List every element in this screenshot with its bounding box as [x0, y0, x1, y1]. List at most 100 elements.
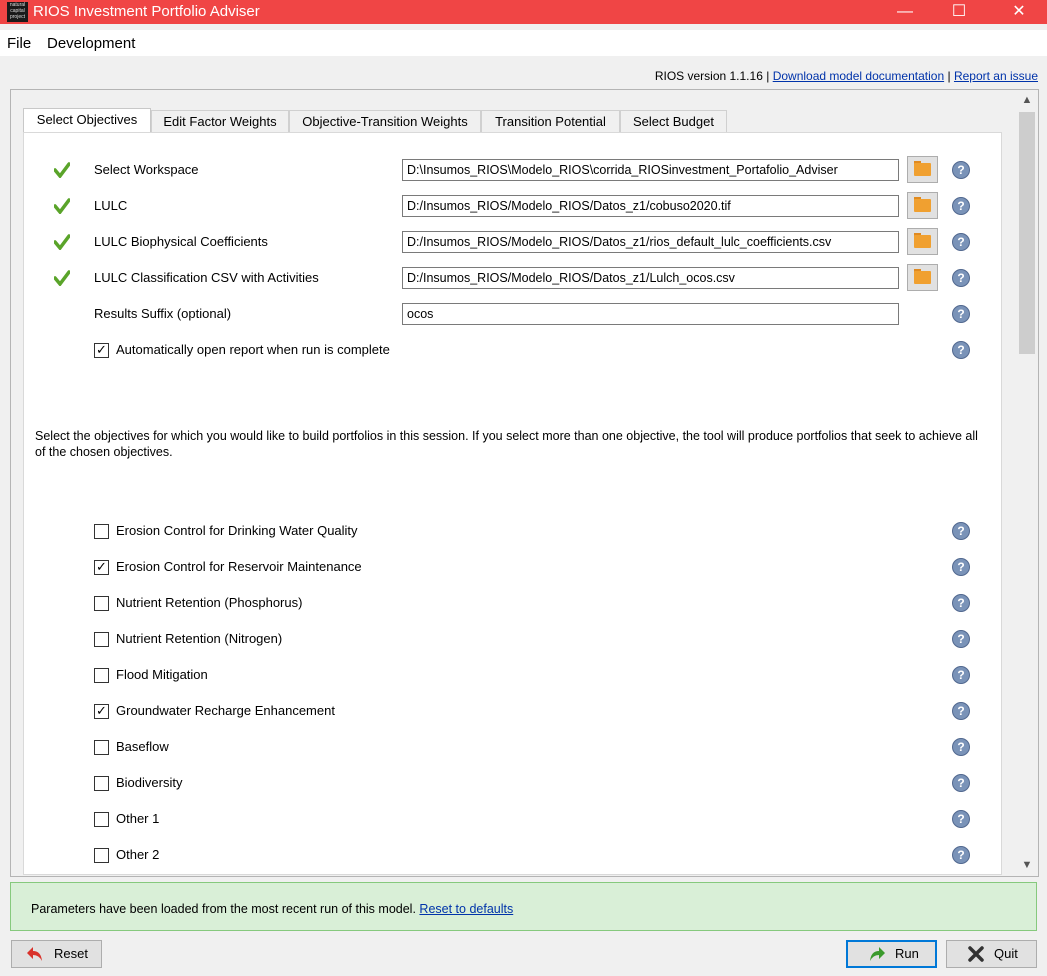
objective-label: Groundwater Recharge Enhancement: [116, 703, 335, 718]
quit-button[interactable]: Quit: [946, 940, 1037, 968]
reset-label: Reset: [54, 946, 88, 961]
workspace-label: Select Workspace: [94, 162, 199, 177]
menu-development[interactable]: Development: [47, 35, 135, 52]
close-window-button[interactable]: ✕: [996, 0, 1042, 24]
scroll-thumb[interactable]: [1019, 112, 1035, 354]
help-icon[interactable]: ?: [952, 161, 970, 179]
status-bar: Parameters have been loaded from the mos…: [10, 882, 1037, 931]
biophysical-browse-button[interactable]: [907, 228, 938, 255]
valid-check-icon: [54, 270, 70, 286]
suffix-field[interactable]: ocos: [402, 303, 899, 325]
help-icon[interactable]: ?: [952, 774, 970, 792]
suffix-label: Results Suffix (optional): [94, 306, 232, 321]
tab-select-budget[interactable]: Select Budget: [620, 110, 727, 132]
reset-to-defaults-link[interactable]: Reset to defaults: [419, 902, 513, 916]
menu-file[interactable]: File: [7, 35, 31, 52]
objective-label: Nutrient Retention (Nitrogen): [116, 631, 283, 646]
biophysical-label: LULC Biophysical Coefficients: [94, 234, 268, 249]
quit-label: Quit: [994, 946, 1018, 961]
checkmark-icon: ✓: [96, 703, 107, 718]
lulc-browse-button[interactable]: [907, 192, 938, 219]
help-icon[interactable]: ?: [952, 846, 970, 864]
objective-checkbox[interactable]: [94, 812, 109, 827]
version-bar: RIOS version 1.1.16 | Download model doc…: [655, 69, 1038, 83]
tab-edit-factor-weights[interactable]: Edit Factor Weights: [151, 110, 289, 132]
objective-checkbox[interactable]: [94, 668, 109, 683]
classification-label: LULC Classification CSV with Activities: [94, 270, 319, 285]
folder-icon: [914, 199, 931, 212]
tab-objective-transition-weights[interactable]: Objective-Transition Weights: [289, 110, 481, 132]
version-text: RIOS version 1.1.16: [654, 69, 763, 83]
objective-checkbox[interactable]: [94, 740, 109, 755]
title-bar: natural capital project RIOS Investment …: [0, 0, 1047, 24]
auto-open-checkbox[interactable]: ✓: [94, 342, 109, 358]
quit-x-icon: [968, 946, 984, 962]
vertical-scrollbar[interactable]: ▲ ▼: [1017, 90, 1037, 875]
help-icon[interactable]: ?: [952, 341, 970, 359]
run-arrow-icon: [870, 947, 885, 961]
help-icon[interactable]: ?: [952, 233, 970, 251]
objective-label: Other 2: [116, 847, 160, 862]
objective-label: Nutrient Retention (Phosphorus): [116, 595, 303, 610]
scroll-up-icon[interactable]: ▲: [1017, 90, 1037, 110]
workspace-field[interactable]: D:\Insumos_RIOS\Modelo_RIOS\corrida_RIOS…: [402, 159, 899, 181]
app-logo-icon: natural capital project: [7, 2, 28, 22]
objective-label: Erosion Control for Reservoir Maintenanc…: [116, 559, 362, 574]
classification-field[interactable]: D:/Insumos_RIOS/Modelo_RIOS/Datos_z1/Lul…: [402, 267, 899, 289]
status-text: Parameters have been loaded from the mos…: [31, 902, 416, 916]
objective-label: Other 1: [116, 811, 160, 826]
objective-checkbox[interactable]: ✓: [94, 703, 109, 719]
valid-check-icon: [54, 198, 70, 214]
tab-select-objectives[interactable]: Select Objectives: [23, 108, 151, 133]
logo-text: natural capital project: [9, 2, 26, 20]
classification-browse-button[interactable]: [907, 264, 938, 291]
version-separator: |: [766, 69, 770, 83]
valid-check-icon: [54, 162, 70, 178]
checkmark-icon: ✓: [96, 342, 107, 357]
run-button[interactable]: Run: [846, 940, 937, 968]
valid-check-icon: [54, 234, 70, 250]
objective-label: Baseflow: [116, 739, 169, 754]
workspace-browse-button[interactable]: [907, 156, 938, 183]
biophysical-field[interactable]: D:/Insumos_RIOS/Modelo_RIOS/Datos_z1/rio…: [402, 231, 899, 253]
folder-icon: [914, 163, 931, 176]
scroll-down-icon[interactable]: ▼: [1017, 855, 1037, 875]
report-issue-link[interactable]: Report an issue: [954, 69, 1038, 83]
help-icon[interactable]: ?: [952, 305, 970, 323]
tab-transition-potential[interactable]: Transition Potential: [481, 110, 620, 132]
window-title: RIOS Investment Portfolio Adviser: [33, 3, 260, 20]
undo-arrow-icon: [27, 947, 42, 961]
status-message: Parameters have been loaded from the mos…: [31, 902, 513, 916]
help-icon[interactable]: ?: [952, 666, 970, 684]
reset-button[interactable]: Reset: [11, 940, 102, 968]
objective-checkbox[interactable]: [94, 776, 109, 791]
download-documentation-link[interactable]: Download model documentation: [773, 69, 944, 83]
objective-checkbox[interactable]: [94, 596, 109, 611]
version-separator: |: [947, 69, 951, 83]
help-icon[interactable]: ?: [952, 738, 970, 756]
help-icon[interactable]: ?: [952, 269, 970, 287]
objective-checkbox[interactable]: [94, 524, 109, 539]
help-icon[interactable]: ?: [952, 630, 970, 648]
help-icon[interactable]: ?: [952, 594, 970, 612]
objective-checkbox[interactable]: [94, 848, 109, 863]
maximize-button[interactable]: ☐: [936, 0, 982, 24]
lulc-label: LULC: [94, 198, 128, 213]
checkmark-icon: ✓: [96, 559, 107, 574]
objective-checkbox[interactable]: ✓: [94, 559, 109, 575]
folder-icon: [914, 235, 931, 248]
objective-checkbox[interactable]: [94, 632, 109, 647]
menu-bar: File Development: [0, 30, 1047, 56]
objective-label: Biodiversity: [116, 775, 183, 790]
minimize-button[interactable]: —: [882, 0, 928, 24]
run-label: Run: [895, 946, 919, 961]
lulc-field[interactable]: D:/Insumos_RIOS/Modelo_RIOS/Datos_z1/cob…: [402, 195, 899, 217]
objectives-description: Select the objectives for which you woul…: [35, 429, 978, 459]
objective-label: Erosion Control for Drinking Water Quali…: [116, 523, 358, 538]
help-icon[interactable]: ?: [952, 810, 970, 828]
help-icon[interactable]: ?: [952, 197, 970, 215]
help-icon[interactable]: ?: [952, 522, 970, 540]
help-icon[interactable]: ?: [952, 558, 970, 576]
folder-icon: [914, 271, 931, 284]
help-icon[interactable]: ?: [952, 702, 970, 720]
